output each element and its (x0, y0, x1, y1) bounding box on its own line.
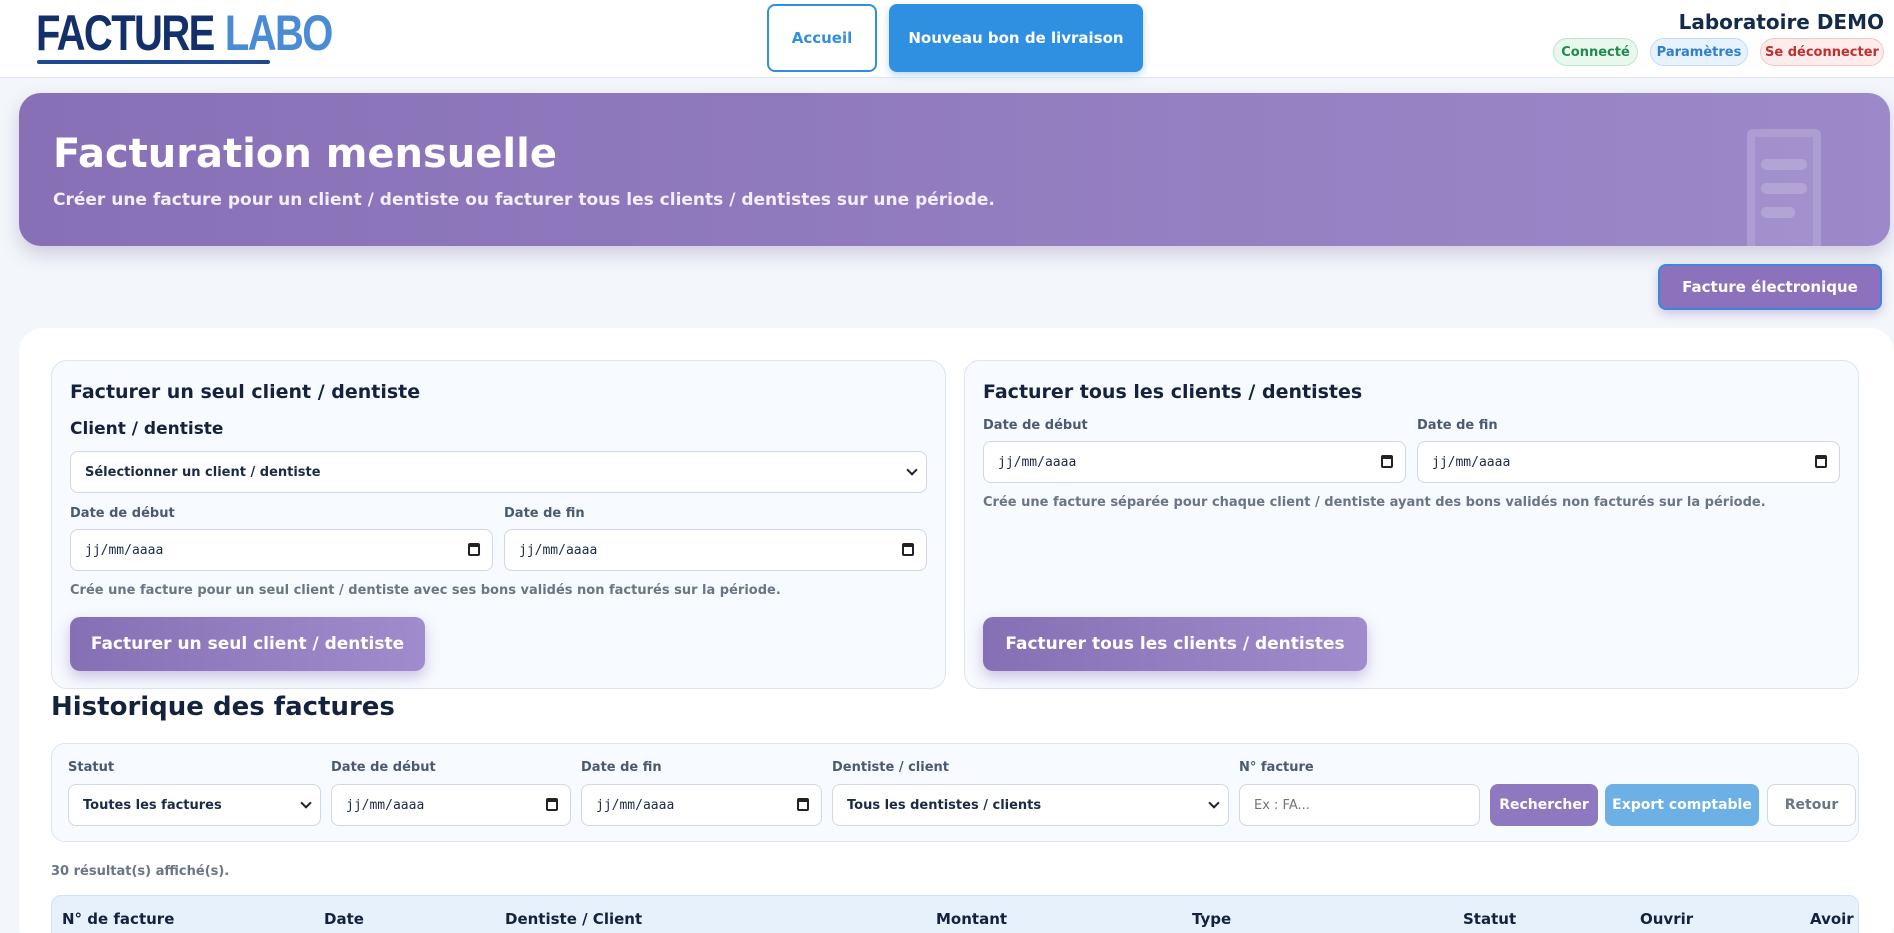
invoice-single-client-button[interactable]: Facturer un seul client / dentiste (70, 617, 425, 671)
invoice-number-label: N° facture (1239, 760, 1314, 775)
client-select-value: Sélectionner un client / dentiste (85, 464, 321, 480)
client-label: Client / dentiste (70, 419, 224, 439)
column-header-number[interactable]: N° de facture (62, 910, 174, 928)
single-client-hint: Crée une facture pour un seul client / d… (70, 583, 781, 598)
column-header-date[interactable]: Date (324, 910, 364, 928)
calendar-icon[interactable] (1381, 455, 1393, 468)
calendar-icon[interactable] (1815, 455, 1827, 468)
logo-text-labo: LABO (224, 5, 334, 61)
invoice-table-header: N° de facture Date Dentiste / Client Mon… (51, 895, 1859, 933)
chevron-down-icon (300, 797, 312, 809)
all-clients-hint: Crée une facture séparée pour chaque cli… (983, 495, 1766, 510)
single-end-date-value: jj/mm/aaaa (519, 542, 598, 558)
new-delivery-note-button[interactable]: Nouveau bon de livraison (889, 4, 1143, 72)
all-start-label: Date de début (983, 418, 1088, 433)
column-header-status[interactable]: Statut (1463, 910, 1516, 928)
logo-underline (37, 60, 270, 64)
invoice-number-input[interactable] (1239, 784, 1480, 826)
calendar-icon[interactable] (546, 798, 558, 811)
hero-banner: Facturation mensuelle Créer une facture … (19, 93, 1890, 246)
e-invoice-button[interactable]: Facture électronique (1658, 264, 1882, 310)
single-start-date-input[interactable]: jj/mm/aaaa (70, 529, 493, 571)
page-title: Facturation mensuelle (53, 131, 557, 177)
dentist-filter-value: Tous les dentistes / clients (847, 797, 1042, 813)
logout-button[interactable]: Se déconnecter (1760, 38, 1884, 66)
status-filter-select[interactable]: Toutes les factures (68, 784, 321, 826)
page-subtitle: Créer une facture pour un client / denti… (53, 190, 995, 210)
back-button[interactable]: Retour (1767, 784, 1856, 826)
history-title: Historique des factures (51, 692, 395, 722)
lab-name: Laboratoire DEMO (1678, 10, 1884, 34)
chevron-down-icon (906, 464, 918, 476)
chevron-down-icon (1208, 797, 1220, 809)
settings-button[interactable]: Paramètres (1650, 38, 1748, 66)
invoice-all-clients-button[interactable]: Facturer tous les clients / dentistes (983, 617, 1367, 671)
filter-end-date-value: jj/mm/aaaa (596, 797, 675, 813)
all-end-label: Date de fin (1417, 418, 1498, 433)
all-end-date-input[interactable]: jj/mm/aaaa (1417, 441, 1840, 483)
logo[interactable]: FACTURE LABO (36, 5, 334, 61)
logo-text-facture: FACTURE (36, 5, 215, 61)
home-button[interactable]: Accueil (767, 4, 877, 72)
status-filter-label: Statut (68, 760, 115, 775)
dentist-filter-select[interactable]: Tous les dentistes / clients (832, 784, 1229, 826)
single-start-label: Date de début (70, 506, 175, 521)
client-select[interactable]: Sélectionner un client / dentiste (70, 451, 927, 493)
filter-end-label: Date de fin (581, 760, 662, 775)
column-header-amount[interactable]: Montant (936, 910, 1007, 928)
column-header-client[interactable]: Dentiste / Client (505, 910, 642, 928)
single-end-date-input[interactable]: jj/mm/aaaa (504, 529, 927, 571)
calendar-icon[interactable] (797, 798, 809, 811)
single-start-date-value: jj/mm/aaaa (85, 542, 164, 558)
column-header-credit: Avoir (1810, 910, 1854, 928)
calendar-icon[interactable] (468, 543, 480, 556)
document-icon (1747, 129, 1821, 246)
accounting-export-button[interactable]: Export comptable (1605, 784, 1759, 826)
all-clients-title: Facturer tous les clients / dentistes (983, 381, 1363, 403)
single-end-label: Date de fin (504, 506, 585, 521)
all-start-date-value: jj/mm/aaaa (998, 454, 1077, 470)
top-bar: FACTURE LABO Accueil Nouveau bon de livra… (0, 0, 1894, 78)
search-button[interactable]: Rechercher (1490, 784, 1598, 826)
all-start-date-input[interactable]: jj/mm/aaaa (983, 441, 1406, 483)
all-end-date-value: jj/mm/aaaa (1432, 454, 1511, 470)
connected-status-badge: Connecté (1553, 38, 1638, 66)
dentist-filter-label: Dentiste / client (832, 760, 950, 775)
all-clients-panel: Facturer tous les clients / dentistes Da… (964, 360, 1859, 689)
filter-end-date-input[interactable]: jj/mm/aaaa (581, 784, 822, 826)
calendar-icon[interactable] (902, 543, 914, 556)
filter-start-date-value: jj/mm/aaaa (346, 797, 425, 813)
single-client-title: Facturer un seul client / dentiste (70, 381, 421, 403)
results-count: 30 résultat(s) affiché(s). (51, 864, 230, 879)
filter-start-label: Date de début (331, 760, 436, 775)
status-filter-value: Toutes les factures (83, 797, 222, 813)
filter-start-date-input[interactable]: jj/mm/aaaa (331, 784, 571, 826)
column-header-type[interactable]: Type (1192, 910, 1231, 928)
column-header-open: Ouvrir (1640, 910, 1694, 928)
single-client-panel: Facturer un seul client / dentiste Clien… (51, 360, 946, 689)
